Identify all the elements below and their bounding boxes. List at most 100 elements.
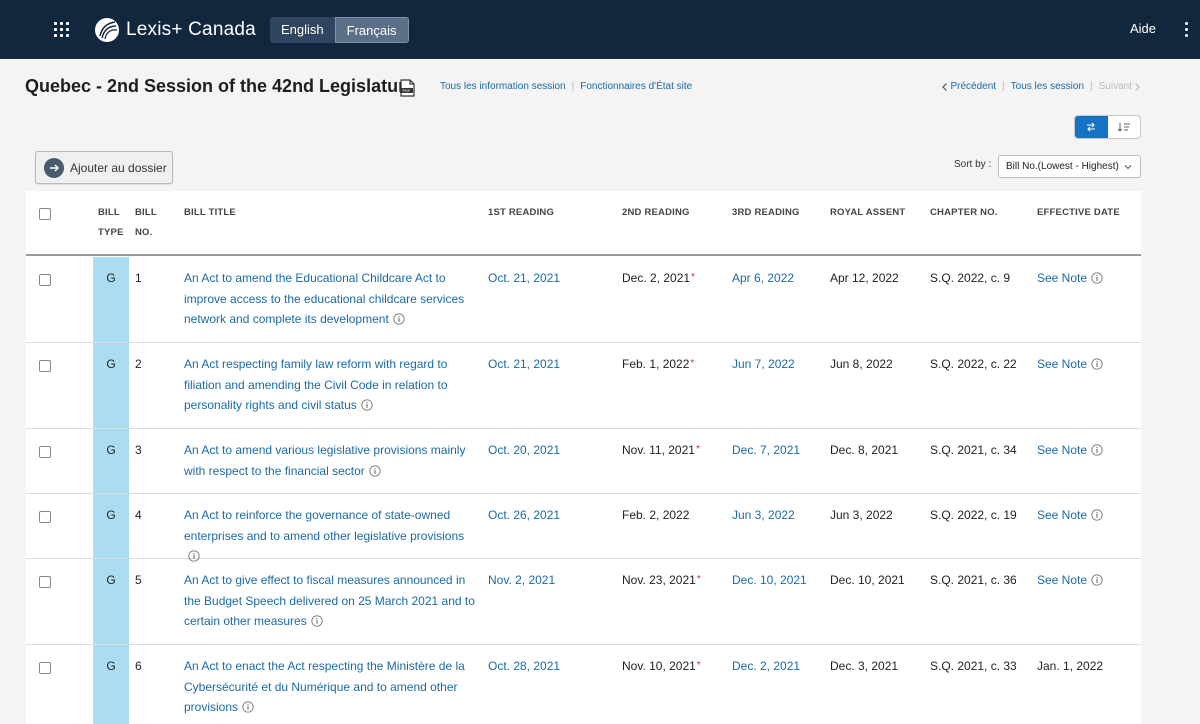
language-french-button[interactable]: Français [334, 17, 409, 43]
compact-view-button[interactable] [1075, 116, 1108, 138]
table-header: BILL TYPE BILL NO. BILL TITLE 1ST READIN… [26, 191, 1141, 256]
chapter-number: S.Q. 2021, c. 33 [930, 659, 1017, 673]
second-reading-cell: Feb. 2, 2022 [622, 505, 690, 526]
sort-label: Sort by : [954, 159, 992, 170]
info-icon[interactable] [369, 465, 381, 477]
svg-text:PDF: PDF [403, 88, 412, 93]
info-icon[interactable] [1091, 358, 1103, 370]
third-reading-link[interactable]: Jun 3, 2022 [732, 505, 795, 526]
row-checkbox[interactable] [39, 360, 51, 372]
effective-date: Jan. 1, 2022 [1037, 659, 1104, 673]
row-checkbox[interactable] [39, 446, 51, 458]
select-all-checkbox[interactable] [39, 208, 51, 220]
second-reading-cell: Nov. 23, 2021* [622, 570, 701, 591]
first-reading-link[interactable]: Oct. 28, 2021 [488, 656, 560, 677]
chapter-number: S.Q. 2022, c. 22 [930, 357, 1017, 371]
third-reading-link[interactable]: Jun 7, 2022 [732, 354, 795, 375]
bill-number: 5 [135, 573, 142, 587]
bill-title-link[interactable]: An Act to amend the Educational Childcar… [184, 271, 464, 326]
chapter-number: S.Q. 2021, c. 36 [930, 573, 1017, 587]
effective-date-cell: See Note [1037, 505, 1103, 526]
bill-title-link[interactable]: An Act to amend various legislative prov… [184, 443, 465, 478]
info-icon[interactable] [242, 701, 254, 714]
bill-title-link[interactable]: An Act to reinforce the governance of st… [184, 508, 464, 543]
effective-date-cell: See Note [1037, 570, 1103, 591]
bill-type-cell [93, 494, 129, 558]
civil-servants-link[interactable]: Fonctionnaires d'État site [580, 81, 692, 92]
first-reading-link[interactable]: Nov. 2, 2021 [488, 570, 555, 591]
see-note-link[interactable]: See Note [1037, 271, 1087, 285]
third-reading-link[interactable]: Apr 6, 2022 [732, 268, 794, 289]
header-bill-type-1: BILL [98, 207, 120, 218]
page-title: Quebec - 2nd Session of the 42nd Legisla… [25, 76, 416, 96]
effective-date-cell: See Note [1037, 354, 1103, 375]
second-reading-cell: Dec. 2, 2021* [622, 268, 695, 289]
see-note-link[interactable]: See Note [1037, 357, 1087, 371]
first-reading-link[interactable]: Oct. 26, 2021 [488, 505, 560, 526]
header-chapter-no: CHAPTER NO. [930, 207, 998, 218]
see-note-link[interactable]: See Note [1037, 573, 1087, 587]
info-icon[interactable] [1091, 509, 1103, 521]
bill-number: 6 [135, 659, 142, 673]
sort-list-icon [1117, 123, 1130, 132]
bill-title-link[interactable]: An Act to give effect to fiscal measures… [184, 573, 475, 628]
bill-type-cell [93, 429, 129, 493]
apps-grid-icon[interactable] [52, 20, 72, 40]
help-link[interactable]: Aide [1130, 21, 1156, 36]
info-icon[interactable] [311, 615, 323, 628]
table-row: G 3 An Act to amend various legislative … [26, 429, 1141, 494]
language-switcher: English Français [270, 17, 409, 43]
info-icon[interactable] [361, 399, 373, 412]
first-reading-link[interactable]: Oct. 21, 2021 [488, 268, 560, 289]
sort-view-button[interactable] [1108, 116, 1141, 138]
table-row: G 1 An Act to amend the Educational Chil… [26, 257, 1141, 343]
add-to-folder-label: Ajouter au dossier [70, 160, 167, 175]
info-icon[interactable] [1091, 272, 1103, 284]
bill-title-cell: An Act respecting family law reform with… [184, 354, 479, 416]
lexis-logo[interactable]: Lexis+ Canada [94, 14, 256, 46]
bills-table: BILL TYPE BILL NO. BILL TITLE 1ST READIN… [26, 191, 1141, 724]
bill-type: G [106, 443, 116, 457]
see-note-link[interactable]: See Note [1037, 443, 1087, 457]
first-reading-link[interactable]: Oct. 21, 2021 [488, 354, 560, 375]
note-asterisk: * [696, 574, 701, 585]
session-pager: Précédent | Tous les session | Suivant [940, 81, 1142, 92]
pager-separator: | [1090, 81, 1093, 92]
second-reading-date: Nov. 10, 2021 [622, 659, 696, 673]
bill-number: 2 [135, 357, 142, 371]
effective-date-cell: See Note [1037, 268, 1103, 289]
previous-link[interactable]: Précédent [950, 81, 996, 92]
row-checkbox[interactable] [39, 576, 51, 588]
note-asterisk: * [696, 660, 701, 671]
bill-number: 1 [135, 271, 142, 285]
note-asterisk: * [690, 358, 695, 369]
third-reading-link[interactable]: Dec. 10, 2021 [732, 570, 807, 591]
first-reading-link[interactable]: Oct. 20, 2021 [488, 440, 560, 461]
note-asterisk: * [691, 272, 695, 283]
row-checkbox[interactable] [39, 662, 51, 674]
bill-type: G [106, 508, 116, 522]
sort-select-value: Bill No.(Lowest - Highest) [1006, 161, 1119, 172]
session-info-link[interactable]: Tous les information session [440, 81, 566, 92]
bill-title-link[interactable]: An Act respecting family law reform with… [184, 357, 448, 412]
second-reading-date: Feb. 1, 2022 [622, 357, 690, 371]
third-reading-link[interactable]: Dec. 2, 2021 [732, 656, 800, 677]
sort-select[interactable]: Bill No.(Lowest - Highest) [998, 155, 1141, 178]
info-icon[interactable] [393, 313, 405, 326]
more-vertical-icon[interactable] [1184, 20, 1190, 40]
see-note-link[interactable]: See Note [1037, 508, 1087, 522]
row-checkbox[interactable] [39, 511, 51, 523]
bill-title-link[interactable]: An Act to enact the Act respecting the M… [184, 659, 465, 714]
info-icon[interactable] [1091, 444, 1103, 456]
info-icon[interactable] [1091, 574, 1103, 586]
header-bill-no-1: BILL [135, 207, 157, 218]
session-links: Tous les information session | Fonctionn… [440, 81, 692, 92]
add-to-folder-button[interactable]: Ajouter au dossier [35, 151, 173, 184]
pdf-icon[interactable]: PDF [400, 79, 415, 97]
all-sessions-link[interactable]: Tous les session [1011, 81, 1084, 92]
third-reading-link[interactable]: Dec. 7, 2021 [732, 440, 800, 461]
row-checkbox[interactable] [39, 274, 51, 286]
chevron-left-icon [942, 82, 948, 91]
language-english-button[interactable]: English [270, 17, 335, 43]
bill-type: G [106, 271, 116, 285]
